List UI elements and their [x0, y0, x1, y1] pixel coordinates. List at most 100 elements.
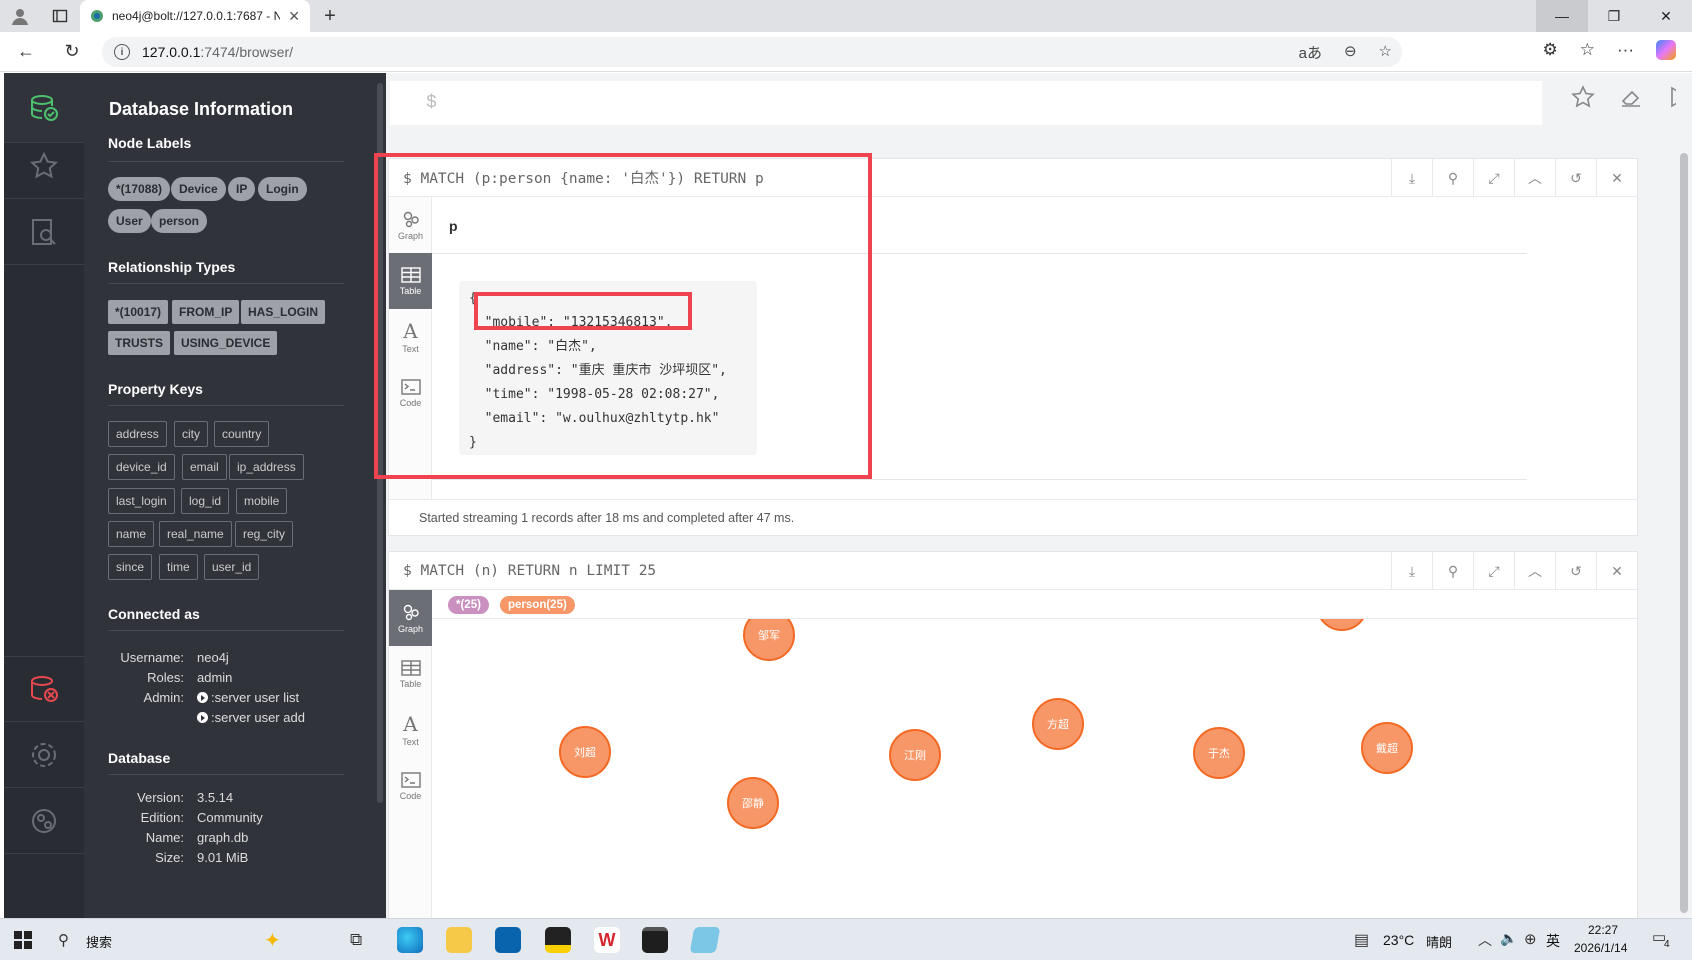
minimize-button[interactable]: — [1536, 0, 1588, 32]
connection-error-icon[interactable] [4, 656, 84, 722]
graph-node[interactable]: 邹军 [743, 619, 795, 661]
rerun-icon[interactable]: ↺ [1555, 552, 1596, 590]
graph-node[interactable]: 戴超 [1361, 722, 1413, 774]
property-key[interactable]: city [174, 421, 208, 447]
graph-label-chip-all[interactable]: *(25) [448, 596, 489, 614]
graph-canvas[interactable]: 邹军 刘超 江刚 方超 于杰 戴超 邵静 [432, 619, 1639, 918]
weather-desc[interactable]: 晴朗 [1426, 932, 1452, 951]
clear-editor-icon[interactable] [1619, 85, 1643, 109]
stream-scroll-thumb[interactable] [1680, 153, 1688, 913]
node-label-chip[interactable]: person [151, 209, 208, 233]
tab-close-icon[interactable]: ✕ [288, 8, 300, 25]
relationship-type-chip[interactable]: FROM_IP [172, 300, 240, 324]
property-key[interactable]: ip_address [229, 454, 304, 480]
clock-time[interactable]: 22:27 [1588, 923, 1618, 937]
graph-label-chip-person[interactable]: person(25) [500, 596, 575, 614]
close-frame-icon[interactable]: ✕ [1596, 159, 1637, 197]
property-key[interactable]: since [108, 554, 153, 580]
windows-start-icon[interactable] [14, 931, 32, 949]
url-bar[interactable]: i 127.0.0.1:7474/browser/ [102, 37, 1402, 67]
graph-node[interactable] [1316, 619, 1368, 631]
graph-node[interactable]: 江刚 [889, 729, 941, 781]
volume-icon[interactable]: 🔈 [1500, 930, 1517, 947]
close-window-button[interactable]: ✕ [1640, 0, 1692, 32]
outlook-app-icon[interactable] [495, 927, 521, 953]
workspaces-icon[interactable] [40, 0, 80, 32]
admin-user-add-link[interactable]: :server user add [197, 710, 305, 725]
favorites-icon[interactable]: ☆ [1580, 40, 1595, 60]
profile-icon[interactable] [0, 0, 40, 32]
property-key[interactable]: reg_city [235, 521, 294, 547]
node-label-chip[interactable]: Device [171, 177, 226, 201]
clock-date[interactable]: 2026/1/14 [1574, 941, 1627, 955]
notes-app-icon[interactable] [545, 927, 571, 953]
pin-icon[interactable]: ⚲ [1432, 552, 1473, 590]
close-frame-icon[interactable]: ✕ [1596, 552, 1637, 590]
view-code-tab[interactable]: Code [389, 758, 432, 814]
graph-node[interactable]: 方超 [1032, 698, 1084, 750]
view-graph-tab[interactable]: Graph [389, 590, 432, 646]
new-tab-button[interactable]: + [310, 0, 350, 32]
back-icon[interactable]: ← [8, 34, 44, 70]
explorer-app-icon[interactable] [446, 927, 472, 953]
download-icon[interactable]: ⤓ [1391, 159, 1432, 197]
extensions-icon[interactable]: ⚙ [1543, 40, 1558, 60]
property-key[interactable]: country [214, 421, 270, 447]
network-icon[interactable]: ⊕ [1524, 930, 1537, 948]
taskbar-search[interactable]: 搜索 [86, 932, 112, 951]
ime-indicator[interactable]: 英 [1546, 931, 1560, 951]
browser-tab-active[interactable]: neo4j@bolt://127.0.0.1:7687 - Ne ✕ [80, 0, 310, 32]
relationship-type-chip[interactable]: *(10017) [108, 300, 169, 324]
copilot-icon[interactable] [1656, 40, 1676, 60]
favorite-query-icon[interactable] [1571, 85, 1595, 109]
search-icon[interactable]: ⚲ [58, 931, 69, 949]
stream-scrollbar[interactable] [1676, 73, 1692, 918]
fullscreen-icon[interactable]: ⤢ [1473, 159, 1514, 197]
rerun-icon[interactable]: ↺ [1555, 159, 1596, 197]
fullscreen-icon[interactable]: ⤢ [1473, 552, 1514, 590]
settings-gear-icon[interactable] [4, 722, 84, 788]
property-key[interactable]: device_id [108, 454, 175, 480]
property-key[interactable]: last_login [108, 488, 175, 514]
property-key[interactable]: real_name [159, 521, 232, 547]
graph-node[interactable]: 邵静 [727, 777, 779, 829]
about-neo4j-icon[interactable] [4, 788, 84, 854]
restore-button[interactable]: ❐ [1588, 0, 1640, 32]
property-key[interactable]: user_id [204, 554, 260, 580]
task-view-icon[interactable]: ⧉ [350, 930, 362, 950]
copilot-sparkle-icon[interactable]: ✦ [264, 928, 281, 953]
favorite-star-icon[interactable]: ☆ [1379, 42, 1392, 63]
app-icon[interactable] [689, 927, 721, 953]
graph-node[interactable]: 刘超 [559, 726, 611, 778]
frame-query[interactable]: $ MATCH (n) RETURN n LIMIT 25 [389, 563, 656, 579]
property-key[interactable]: name [108, 521, 155, 547]
weather-temp[interactable]: 23°C [1383, 932, 1414, 948]
property-key[interactable]: email [182, 454, 227, 480]
tray-chevron-icon[interactable]: ︿ [1478, 930, 1492, 950]
guides-search-icon[interactable] [4, 199, 84, 265]
property-key[interactable]: log_id [181, 488, 230, 514]
admin-user-list-link[interactable]: :server user list [197, 690, 299, 705]
node-label-chip[interactable]: Login [258, 177, 307, 201]
wps-app-icon[interactable]: W [594, 927, 620, 953]
refresh-icon[interactable]: ↻ [54, 34, 90, 70]
node-label-chip[interactable]: *(17088) [108, 177, 171, 201]
edge-app-icon[interactable] [397, 927, 423, 953]
collapse-icon[interactable]: ︿ [1514, 552, 1555, 590]
pin-icon[interactable]: ⚲ [1432, 159, 1473, 197]
relationship-type-chip[interactable]: USING_DEVICE [174, 331, 278, 355]
cypher-editor[interactable]: $ [390, 81, 1542, 125]
property-key[interactable]: address [108, 421, 167, 447]
property-key[interactable]: mobile [236, 488, 288, 514]
node-label-chip[interactable]: User [108, 209, 151, 233]
site-info-icon[interactable]: i [114, 44, 130, 60]
node-label-chip[interactable]: IP [228, 177, 256, 201]
collapse-icon[interactable]: ︿ [1514, 159, 1555, 197]
favorites-nav-icon[interactable] [4, 133, 84, 199]
relationship-type-chip[interactable]: TRUSTS [108, 331, 170, 355]
settings-more-icon[interactable]: ··· [1617, 40, 1634, 60]
view-table-tab[interactable]: Table [389, 646, 432, 702]
terminal-app-icon[interactable] [642, 927, 668, 953]
more-tools-icon[interactable]: ⊖ [1344, 42, 1357, 63]
relationship-type-chip[interactable]: HAS_LOGIN [241, 300, 326, 324]
